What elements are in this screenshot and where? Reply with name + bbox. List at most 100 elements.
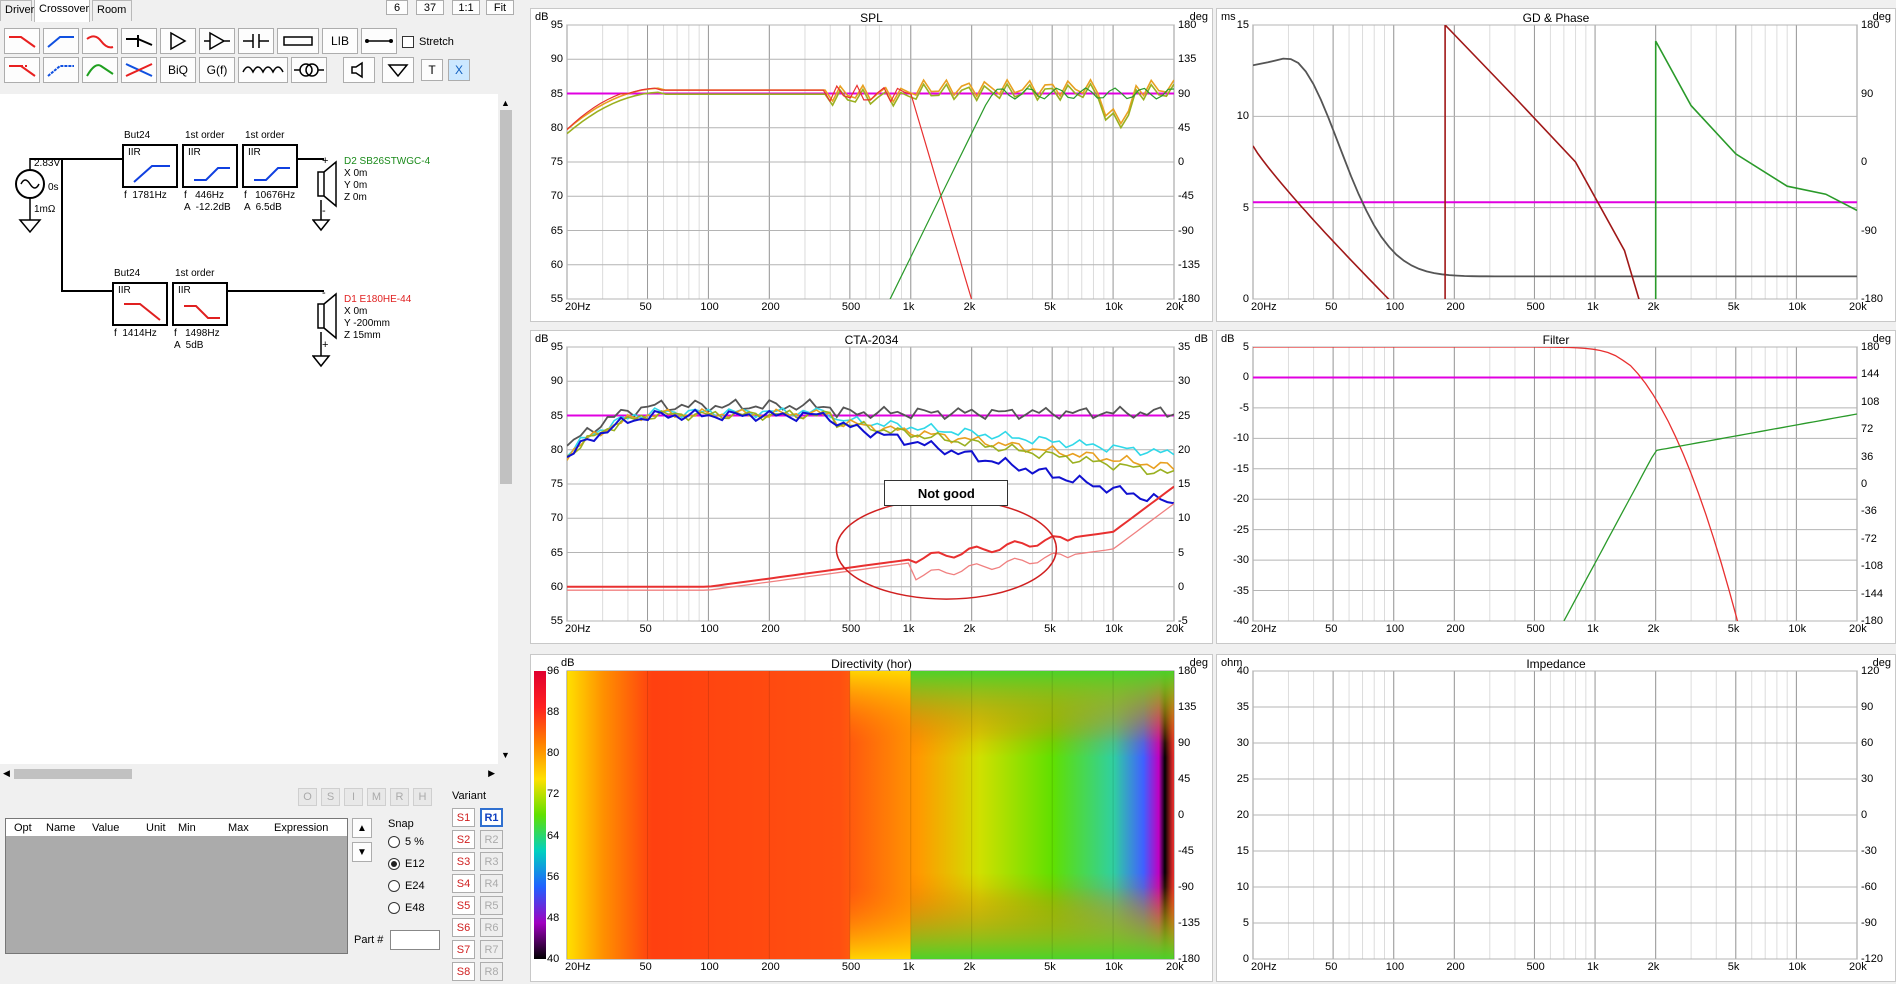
- optimizer-o-button[interactable]: O: [298, 788, 317, 806]
- variant-s2-button[interactable]: S2: [452, 830, 475, 849]
- shelf-button[interactable]: [121, 28, 157, 54]
- directivity-panel[interactable]: Directivity (hor) dB deg 20Hz 50 100 200 500 1k 2…: [530, 654, 1213, 982]
- snap-e24-radio[interactable]: E24: [388, 880, 425, 892]
- scroll-thumb[interactable]: [14, 769, 132, 779]
- y-tick-label: 20: [1178, 443, 1191, 456]
- notch-button[interactable]: [121, 57, 157, 83]
- opamp-button[interactable]: [199, 28, 235, 54]
- snap-e12-radio[interactable]: E12: [388, 858, 425, 870]
- bandpass-red-button[interactable]: [82, 28, 118, 54]
- transformer-button[interactable]: [291, 57, 327, 83]
- speaker-button[interactable]: [343, 57, 375, 83]
- filter-block[interactable]: IIR: [122, 144, 178, 188]
- highpass-blue2-button[interactable]: [43, 57, 79, 83]
- gd-phase-panel[interactable]: GD & Phase ms deg 20Hz 50 100 200 500 1k 2k 5k 10k 2…: [1216, 8, 1896, 322]
- inductor-button[interactable]: [238, 57, 288, 83]
- col-opt[interactable]: Opt: [14, 822, 32, 834]
- variant-r5-button[interactable]: R5: [480, 896, 503, 915]
- schematic-horizontal-scrollbar[interactable]: ◀ ▶: [0, 766, 498, 782]
- scroll-up-icon[interactable]: ▲: [501, 98, 510, 108]
- filter-block[interactable]: IIR: [242, 144, 298, 188]
- optimizer-h-button[interactable]: H: [413, 788, 432, 806]
- variant-s4-button[interactable]: S4: [452, 874, 475, 893]
- variant-s1-button[interactable]: S1: [452, 808, 475, 827]
- ground-button[interactable]: [382, 57, 414, 83]
- part-number-input[interactable]: [390, 930, 440, 950]
- move-up-button[interactable]: ▲: [352, 818, 372, 838]
- lowpass-red-button[interactable]: [4, 28, 40, 54]
- scroll-thumb[interactable]: [500, 110, 512, 484]
- stretch-checkbox[interactable]: Stretch: [402, 36, 454, 48]
- col-unit[interactable]: Unit: [146, 822, 166, 834]
- tab-drivers[interactable]: Drivers: [0, 0, 40, 21]
- wire-button[interactable]: [361, 28, 397, 54]
- snap-5pct-radio[interactable]: 5 %: [388, 836, 424, 848]
- variant-s6-button[interactable]: S6: [452, 918, 475, 937]
- variant-s3-button[interactable]: S3: [452, 852, 475, 871]
- snap-e48-radio[interactable]: E48: [388, 902, 425, 914]
- filter-panel[interactable]: Filter dB deg 20Hz 50 100 200 500 1k 2k 5k 10k 20k 5 0…: [1216, 330, 1896, 644]
- col-expression[interactable]: Expression: [274, 822, 328, 834]
- text-button[interactable]: T: [421, 59, 443, 81]
- scroll-left-icon[interactable]: ◀: [3, 768, 10, 779]
- annotation-label[interactable]: Not good: [884, 480, 1009, 507]
- spl-panel[interactable]: SPL dB deg 20Hz 50 100 200 500 1k 2k 5k 10k 20k 95 90 8…: [530, 8, 1213, 322]
- freq-tick-label: 200: [761, 301, 780, 313]
- capacitor-button[interactable]: [238, 28, 274, 54]
- buffer-button[interactable]: [160, 28, 196, 54]
- spl-plot-svg: [566, 24, 1175, 300]
- optimizer-i-button[interactable]: I: [344, 788, 363, 806]
- woofer-name: D1 E180HE-44: [344, 294, 412, 305]
- scroll-right-icon[interactable]: ▶: [488, 768, 495, 779]
- highpass-blue-button[interactable]: [43, 28, 79, 54]
- variant-label: Variant: [452, 790, 487, 802]
- optimizer-grid[interactable]: Opt Name Value Unit Min Max Expression: [5, 818, 348, 954]
- lowpass-red2-button[interactable]: [4, 57, 40, 83]
- y-tick-label: 180: [1178, 19, 1197, 31]
- schematic-vertical-scrollbar[interactable]: ▲ ▼: [498, 94, 514, 764]
- y-tick-label: 5: [1242, 917, 1249, 929]
- biquad-button[interactable]: BiQ: [160, 57, 196, 83]
- filter-block[interactable]: IIR: [182, 144, 238, 188]
- schematic-canvas[interactable]: 2.83V 0s 1mΩ But24 IIR f 1781Hz 1st orde…: [0, 94, 498, 764]
- col-value[interactable]: Value: [92, 822, 119, 834]
- col-name[interactable]: Name: [46, 822, 75, 834]
- delete-button[interactable]: X: [448, 59, 470, 81]
- optimizer-r-button[interactable]: R: [390, 788, 409, 806]
- block-type: IIR: [188, 147, 201, 158]
- zoom-1to1-button[interactable]: 1:1: [452, 0, 480, 15]
- resistor-button[interactable]: [277, 28, 319, 54]
- impedance-panel[interactable]: Impedance ohm deg 20Hz 50 100 200 500 1k 2k 5k 10k 2…: [1216, 654, 1896, 982]
- filter-block[interactable]: IIR: [172, 282, 228, 326]
- move-down-button[interactable]: ▼: [352, 842, 372, 862]
- col-min[interactable]: Min: [178, 822, 196, 834]
- fit-button[interactable]: Fit: [486, 0, 514, 15]
- variant-r7-button[interactable]: R7: [480, 940, 503, 959]
- grid-37-button[interactable]: 37: [416, 0, 444, 15]
- tab-room[interactable]: Room: [92, 0, 132, 21]
- highpass-icon: [47, 65, 74, 77]
- bandpass-green-button[interactable]: [82, 57, 118, 83]
- variant-r2-button[interactable]: R2: [480, 830, 503, 849]
- cta-panel[interactable]: CTA-2034 dB dB 20Hz 50 100 200 500 1k 2k 5k 10k 20k 9…: [530, 330, 1213, 644]
- freq-tick-label: 50: [1325, 301, 1338, 313]
- filter-block[interactable]: IIR: [112, 282, 168, 326]
- variant-s7-button[interactable]: S7: [452, 940, 475, 959]
- variant-r3-button[interactable]: R3: [480, 852, 503, 871]
- variant-r8-button[interactable]: R8: [480, 962, 503, 981]
- grid-6-button[interactable]: 6: [386, 0, 408, 15]
- variant-r6-button[interactable]: R6: [480, 918, 503, 937]
- variant-s8-button[interactable]: S8: [452, 962, 475, 981]
- transfer-function-button[interactable]: G(f): [199, 57, 235, 83]
- buffer-icon: [170, 31, 187, 51]
- optimizer-m-button[interactable]: M: [367, 788, 386, 806]
- tab-crossover[interactable]: Crossover: [34, 0, 90, 22]
- library-button[interactable]: LIB: [322, 28, 358, 54]
- variant-r4-button[interactable]: R4: [480, 874, 503, 893]
- colorscale-tick: 48: [547, 911, 560, 924]
- col-max[interactable]: Max: [228, 822, 249, 834]
- variant-r1-button[interactable]: R1: [480, 808, 503, 827]
- optimizer-s-button[interactable]: S: [321, 788, 340, 806]
- scroll-down-icon[interactable]: ▼: [501, 750, 510, 760]
- variant-s5-button[interactable]: S5: [452, 896, 475, 915]
